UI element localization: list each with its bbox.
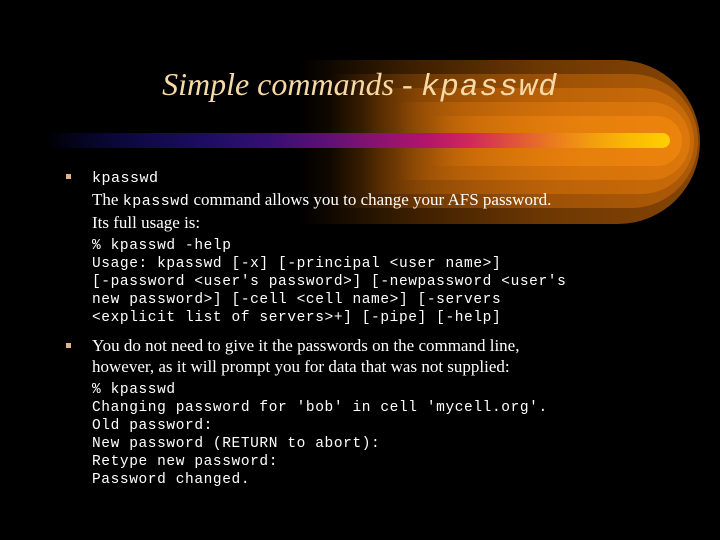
text-run: The [92, 190, 123, 209]
inline-code: kpasswd [122, 193, 190, 210]
square-bullet-icon [66, 174, 71, 179]
bullet-item: kpasswd The kpasswd command allows you t… [0, 166, 720, 233]
bullet-line: Its full usage is: [92, 213, 201, 232]
bullet-item: You do not need to give it the passwords… [0, 335, 720, 377]
bullet-line: however, as it will prompt you for data … [92, 357, 510, 376]
slide-body: kpasswd The kpasswd command allows you t… [0, 166, 720, 491]
bullet-line: kpasswd [92, 166, 696, 189]
text-run: command allows you to change your AFS pa… [189, 190, 552, 209]
terminal-code-block: % kpasswd -help Usage: kpasswd [-x] [-pr… [92, 238, 567, 326]
slide-title-mono-part: kpasswd [420, 70, 558, 105]
square-bullet-icon [66, 343, 71, 348]
slide-title: Simple commands - kpasswd [0, 63, 720, 109]
bullet-line: You do not need to give it the passwords… [92, 336, 520, 355]
slide-title-serif-part: Simple commands - [162, 66, 421, 102]
bullet-line: The kpasswd command allows you to change… [92, 189, 696, 212]
presentation-slide: Simple commands - kpasswd kpasswd The kp… [0, 0, 720, 540]
terminal-code-block: % kpasswd Changing password for 'bob' in… [92, 382, 548, 488]
inline-code: kpasswd [92, 170, 159, 187]
title-accent-bar [50, 133, 670, 148]
